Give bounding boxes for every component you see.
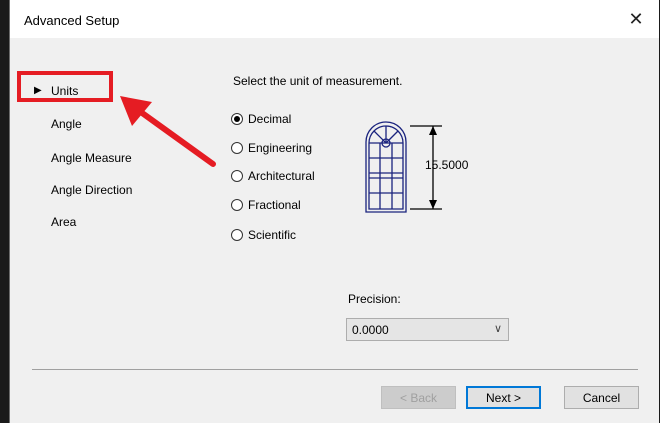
radio-label-fractional: Fractional bbox=[248, 198, 301, 212]
radio-circle bbox=[231, 142, 243, 154]
precision-value: 0.0000 bbox=[352, 323, 389, 337]
radio-label-decimal: Decimal bbox=[248, 112, 292, 126]
nav-item-angle-direction[interactable]: Angle Direction bbox=[51, 183, 132, 197]
unit-prompt: Select the unit of measurement. bbox=[233, 74, 403, 88]
precision-label: Precision: bbox=[348, 292, 401, 306]
chevron-down-icon: ∨ bbox=[493, 323, 502, 335]
preview-dimension-value: 15.5000 bbox=[425, 158, 469, 172]
next-button[interactable]: Next > bbox=[466, 386, 541, 409]
radio-engineering[interactable]: Engineering bbox=[231, 141, 312, 155]
radio-label-scientific: Scientific bbox=[248, 228, 297, 242]
window-title: Advanced Setup bbox=[24, 13, 120, 28]
radio-circle bbox=[231, 229, 243, 241]
radio-dot bbox=[234, 116, 240, 122]
annotation-highlight-box bbox=[17, 71, 113, 102]
advanced-setup-dialog: Advanced Setup ✕ ▶ Units Angle Angle Mea… bbox=[9, 0, 659, 423]
back-button[interactable]: < Back bbox=[381, 386, 456, 409]
cancel-button[interactable]: Cancel bbox=[564, 386, 639, 409]
radio-label-engineering: Engineering bbox=[248, 141, 313, 155]
radio-label-architectural: Architectural bbox=[248, 169, 315, 183]
radio-circle bbox=[231, 113, 243, 125]
radio-fractional[interactable]: Fractional bbox=[231, 198, 301, 212]
radio-scientific[interactable]: Scientific bbox=[231, 228, 296, 242]
close-icon: ✕ bbox=[628, 8, 644, 29]
nav-item-area[interactable]: Area bbox=[51, 215, 76, 229]
nav-item-angle[interactable]: Angle bbox=[51, 117, 82, 131]
precision-dropdown[interactable]: 0.0000 ∨ bbox=[346, 318, 509, 341]
close-button[interactable]: ✕ bbox=[613, 0, 659, 38]
radio-decimal[interactable]: Decimal bbox=[231, 112, 291, 126]
title-bar: Advanced Setup ✕ bbox=[10, 0, 659, 38]
radio-circle bbox=[231, 170, 243, 182]
footer-divider bbox=[32, 369, 638, 370]
radio-architectural[interactable]: Architectural bbox=[231, 169, 315, 183]
radio-circle bbox=[231, 199, 243, 211]
annotation-arrow bbox=[120, 96, 216, 167]
